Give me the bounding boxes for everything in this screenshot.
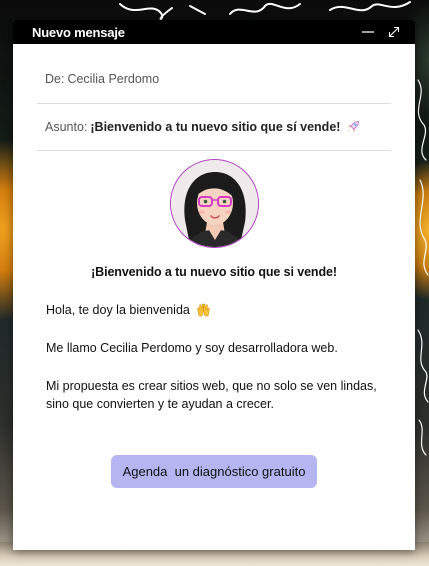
subject-field[interactable]: Asunto: ¡Bienvenido a tu nuevo sitio que… (37, 104, 391, 151)
intro-paragraph: Me llamo Cecilia Perdomo y soy desarroll… (46, 341, 338, 355)
expand-icon[interactable] (387, 25, 401, 39)
avatar-container (37, 159, 391, 248)
message-body[interactable]: ¡Bienvenido a tu nuevo sitio que si vend… (13, 159, 415, 488)
compose-window: Nuevo mensaje De: Cecilia Perdomo Asunto… (13, 20, 415, 550)
message-heading: ¡Bienvenido a tu nuevo sitio que si vend… (91, 265, 337, 279)
compose-title: Nuevo mensaje (32, 24, 125, 40)
subject-label: Asunto: (45, 120, 88, 134)
greeting-line: Hola, te doy la bienvenida (46, 301, 391, 319)
from-field[interactable]: De: Cecilia Perdomo (37, 57, 391, 104)
greeting-text: Hola, te doy la bienvenida (46, 303, 190, 317)
schedule-diagnosis-button[interactable]: Agenda un diagnóstico gratuito (110, 455, 318, 488)
proposal-paragraph: Mi propuesta es crear sitios web, que no… (46, 379, 377, 411)
minimize-icon[interactable] (361, 25, 375, 39)
cta-container: Agenda un diagnóstico gratuito (37, 455, 391, 488)
window-controls (361, 25, 401, 39)
rocket-icon (346, 120, 360, 134)
subject-value: ¡Bienvenido a tu nuevo sitio que sí vend… (90, 120, 341, 134)
raised-hands-icon (196, 303, 211, 317)
from-value: Cecilia Perdomo (67, 72, 160, 86)
from-label: De: (45, 72, 65, 86)
compose-titlebar: Nuevo mensaje (13, 20, 415, 44)
avatar (169, 159, 259, 248)
